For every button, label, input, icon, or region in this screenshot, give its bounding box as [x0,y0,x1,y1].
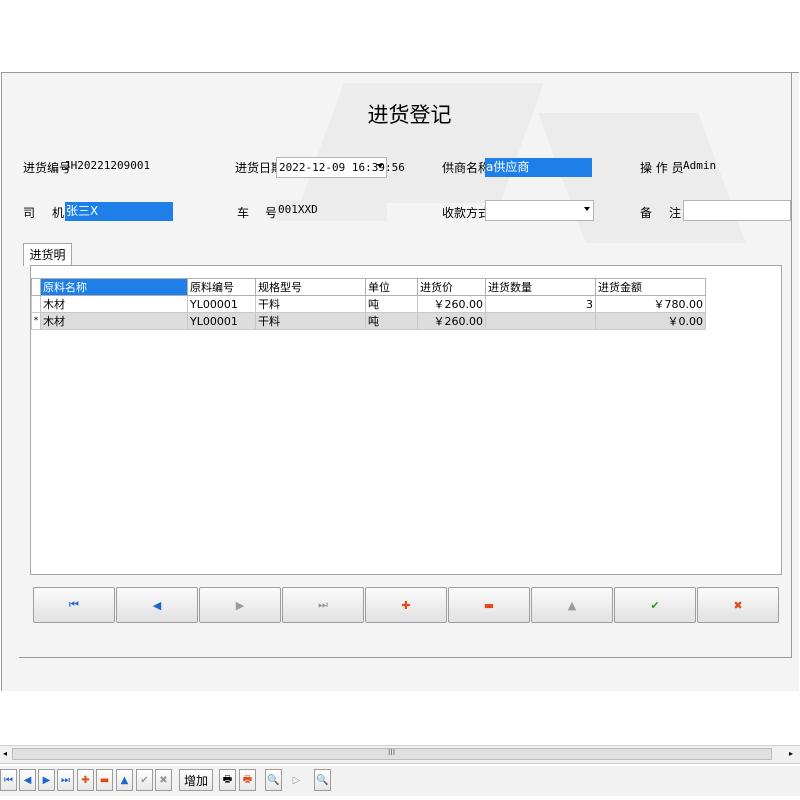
column-header[interactable]: 规格型号 [255,278,366,296]
prev-icon[interactable]: ◀ [19,769,36,791]
details-grid: 原料名称 原料编号 规格型号 单位 进货价 进货数量 进货金额 木材 YL000… [30,265,782,575]
supplier-label: 供商名称 [442,161,491,175]
first-icon[interactable]: ⏮ [0,769,17,791]
print-preview-icon[interactable]: 🖶 [239,769,256,791]
column-header[interactable]: 进货金额 [595,278,706,296]
column-header[interactable]: 单位 [365,278,418,296]
table-cell[interactable] [485,312,596,330]
table-cell[interactable]: YL00001 [187,312,256,330]
edit-record-button[interactable]: ▲ [531,587,613,623]
row-indicator-header [31,278,41,296]
last-record-icon: ⏭ [318,598,328,611]
table-cell[interactable]: 吨 [365,312,418,330]
prev-record-button[interactable]: ◀ [116,587,198,623]
details-table: 原料名称 原料编号 规格型号 单位 进货价 进货数量 进货金额 木材 YL000… [31,278,706,330]
scrollbar-thumb[interactable]: III [12,748,772,760]
driver-label: 司 [23,206,36,220]
remark-label: 备 [640,206,653,220]
scroll-right-icon[interactable]: ▸ [785,748,797,760]
row-indicator[interactable] [31,295,41,313]
table-cell[interactable]: 木材 [40,295,188,313]
table-cell[interactable]: 吨 [365,295,418,313]
table-cell[interactable]: ￥260.00 [417,312,486,330]
play-icon[interactable]: ▷ [288,769,305,791]
tab-purchase-details[interactable]: 进货明细 [23,243,72,284]
next-record-icon: ▶ [235,598,245,612]
table-header-row: 原料名称 原料编号 规格型号 单位 进货价 进货数量 进货金额 [31,278,706,296]
table-row[interactable]: 木材 YL00001 干料 吨 ￥260.00 3 ￥780.00 [31,295,706,313]
row-indicator[interactable]: * [31,312,41,330]
plate-label: 车 [237,206,250,220]
last-record-button[interactable]: ⏭ [282,587,364,623]
table-cell[interactable]: 木材 [40,312,188,330]
post-record-icon: ✔ [650,598,660,612]
driver-field[interactable]: 张三X [65,202,173,221]
delete-record-button[interactable]: ▬ [448,587,530,623]
horizontal-scrollbar[interactable]: ◂ III ▸ [0,745,800,764]
table-cell[interactable]: 干料 [255,295,366,313]
first-record-button[interactable]: ⏮ [33,587,115,623]
column-header[interactable]: 进货数量 [485,278,596,296]
prev-record-icon: ◀ [152,598,162,612]
table-cell[interactable]: ￥780.00 [595,295,706,313]
post-record-button[interactable]: ✔ [614,587,696,623]
next-record-button[interactable]: ▶ [199,587,281,623]
first-record-icon: ⏮ [69,598,79,611]
purchase-no-value: JH20221209001 [64,159,151,172]
next-icon[interactable]: ▶ [38,769,55,791]
supplier-field[interactable]: a供应商 [485,158,592,177]
purchase-date-value: 2022-12-09 16:39:56 [279,161,405,174]
column-header[interactable]: 原料编号 [187,278,256,296]
delete-icon[interactable]: ▬ [96,769,113,791]
payment-label: 收款方式 [442,206,491,220]
operator-value: Admin [683,159,717,172]
post-icon[interactable]: ✔ [136,769,153,791]
table-cell[interactable]: ￥260.00 [417,295,486,313]
edit-record-icon: ▲ [567,598,577,612]
table-cell[interactable]: 3 [485,295,596,313]
purchase-form-window: 进货登记 进货编号 JH20221209001 进货日期 2022-12-09 … [1,72,799,691]
delete-record-icon: ▬ [483,598,495,612]
insert-icon[interactable]: ✚ [77,769,94,791]
cancel-record-icon: ✖ [733,598,743,612]
operator-label: 操 作 员 [640,161,684,175]
last-icon[interactable]: ⏭ [57,769,74,791]
column-header[interactable]: 原料名称 [40,278,188,296]
column-header[interactable]: 进货价 [417,278,486,296]
scroll-left-icon[interactable]: ◂ [0,748,10,760]
cancel-record-button[interactable]: ✖ [697,587,779,623]
search-icon[interactable]: 🔍 [314,769,331,791]
add-record-button[interactable]: ✚ [365,587,447,623]
edit-icon[interactable]: ▲ [116,769,133,791]
table-row[interactable]: * 木材 YL00001 干料 吨 ￥260.00 ￥0.00 [31,312,706,330]
table-cell[interactable]: ￥0.00 [595,312,706,330]
driver-label-2: 机 [52,206,65,220]
scroll-grip: III [388,748,396,757]
add-button[interactable]: 增加 [179,769,213,791]
chevron-down-icon[interactable] [377,164,383,168]
bottom-toolbar: ⏮ ◀ ▶ ⏭ ✚ ▬ ▲ ✔ ✖ 增加 🖶 🖶 🔍 ▷ 🔍 [0,766,800,796]
remark-label-2: 注 [669,206,682,220]
table-cell[interactable]: YL00001 [187,295,256,313]
plate-field[interactable]: 001XXD [276,200,387,221]
plate-value: 001XXD [278,203,318,216]
zoom-icon[interactable]: 🔍 [265,769,282,791]
cancel-icon[interactable]: ✖ [155,769,172,791]
payment-select[interactable] [485,200,594,221]
chevron-down-icon[interactable] [584,207,590,211]
add-record-icon: ✚ [401,598,411,612]
purchase-date-picker[interactable]: 2022-12-09 16:39:56 [276,157,405,178]
record-navigator: ⏮ ◀ ▶ ⏭ ✚ ▬ ▲ ✔ ✖ [33,587,783,623]
remark-input[interactable] [683,200,791,221]
print-icon[interactable]: 🖶 [219,769,236,791]
page-title: 进货登记 [367,103,452,127]
table-cell[interactable]: 干料 [255,312,366,330]
